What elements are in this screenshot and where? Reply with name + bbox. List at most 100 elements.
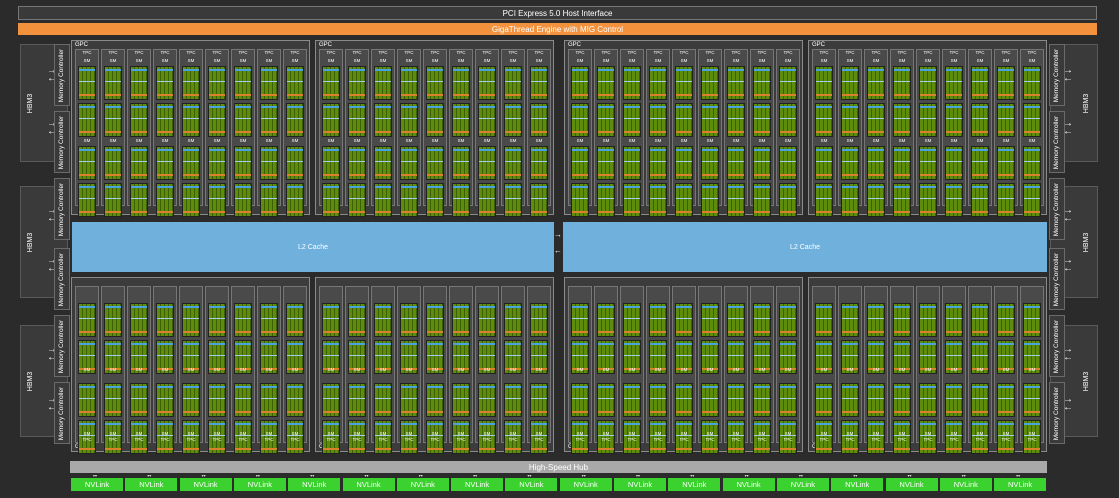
- sm-cache-stripe: [702, 186, 718, 188]
- sm-unit: [779, 303, 797, 337]
- sm-cache-stripe: [868, 106, 884, 108]
- sm-tensor-stripe: [105, 198, 121, 199]
- sm-register-stripe: [650, 94, 666, 96]
- sm-register-stripe: [702, 211, 718, 213]
- sm-register-stripe: [754, 211, 770, 213]
- sm-cache-stripe: [235, 343, 251, 345]
- sm-register-stripe: [427, 174, 443, 176]
- sm-cache-stripe: [780, 106, 796, 108]
- sm-unit: [78, 146, 96, 180]
- sm-tensor-stripe: [868, 118, 884, 119]
- nvlink-connector-icon: ▾▾: [93, 473, 98, 478]
- sm-tensor-stripe: [624, 161, 640, 162]
- sm-tensor-stripe: [972, 318, 988, 319]
- sm-unit: [753, 183, 771, 217]
- sm-tensor-stripe: [209, 198, 225, 199]
- tpc-column: SM SM TPC: [127, 286, 151, 454]
- sm-register-stripe: [349, 411, 365, 413]
- sm-label: SM: [109, 138, 117, 143]
- tpc-column: SM SM TPC: [153, 286, 177, 454]
- sm-cache-stripe: [972, 69, 988, 71]
- tpc-column: SM SM TPC: [812, 286, 836, 454]
- sm-register-stripe: [572, 94, 588, 96]
- sm-unit: [322, 383, 340, 417]
- sm-cache-stripe: [79, 186, 95, 188]
- sm-tensor-stripe: [79, 398, 95, 399]
- sm-register-stripe: [946, 131, 962, 133]
- sm-register-stripe: [572, 211, 588, 213]
- sm-tensor-stripe: [235, 118, 251, 119]
- sm-tensor-stripe: [375, 198, 391, 199]
- sm-cache-stripe: [676, 69, 692, 71]
- sm-label: SM: [353, 367, 361, 372]
- sm-unit: [727, 183, 745, 217]
- sm-cache-stripe: [375, 106, 391, 108]
- sm-unit: [779, 383, 797, 417]
- sm-tensor-stripe: [287, 398, 303, 399]
- sm-unit: [504, 146, 522, 180]
- sm-register-stripe: [572, 411, 588, 413]
- sm-cache-stripe: [323, 343, 339, 345]
- sm-cache-stripe: [427, 423, 443, 425]
- sm-tensor-stripe: [754, 81, 770, 82]
- sm-tensor-stripe: [479, 118, 495, 119]
- sm-register-stripe: [868, 131, 884, 133]
- sm-register-stripe: [868, 174, 884, 176]
- sm-unit: [1023, 103, 1041, 137]
- sm-cache-stripe: [261, 149, 277, 151]
- sm-unit: [426, 183, 444, 217]
- sm-register-stripe: [972, 448, 988, 450]
- sm-unit: [675, 146, 693, 180]
- sm-label: SM: [732, 138, 740, 143]
- sm-register-stripe: [598, 174, 614, 176]
- tpc-label: TPC: [949, 50, 959, 55]
- sm-unit: [779, 103, 797, 137]
- sm-register-stripe: [531, 94, 547, 96]
- sm-tensor-stripe: [235, 318, 251, 319]
- sm-cache-stripe: [572, 149, 588, 151]
- tpc-label: TPC: [534, 50, 544, 55]
- sm-cache-stripe: [624, 69, 640, 71]
- sm-register-stripe: [427, 131, 443, 133]
- sm-tensor-stripe: [728, 355, 744, 356]
- l2-crossbar-arrow-icon: ←: [554, 246, 562, 255]
- tpc-label: TPC: [601, 437, 611, 442]
- sm-unit: [841, 303, 859, 337]
- sm-unit: [841, 146, 859, 180]
- gpc-block: GPCSMSMTPCSMSMTPCSMSMTPCSMSMTPCSMSMTPCSM…: [315, 277, 554, 454]
- sm-unit: [753, 146, 771, 180]
- sm-cache-stripe: [323, 386, 339, 388]
- gpc-block: GPCSMSMTPCSMSMTPCSMSMTPCSMSMTPCSMSMTPCSM…: [71, 277, 310, 454]
- memory-controller-label: Memory Controller: [1053, 182, 1061, 236]
- sm-label: SM: [535, 138, 543, 143]
- sm-tensor-stripe: [427, 318, 443, 319]
- sm-tensor-stripe: [624, 318, 640, 319]
- sm-register-stripe: [946, 411, 962, 413]
- memory-controller-label: Memory Controller: [1053, 386, 1061, 440]
- sm-cache-stripe: [572, 106, 588, 108]
- sm-tensor-stripe: [676, 118, 692, 119]
- sm-cache-stripe: [427, 306, 443, 308]
- sm-tensor-stripe: [754, 318, 770, 319]
- sm-unit: [234, 183, 252, 217]
- sm-register-stripe: [349, 174, 365, 176]
- sm-label: SM: [846, 367, 854, 372]
- hbm-label: HBM3: [1081, 187, 1093, 297]
- tpc-label: TPC: [482, 50, 492, 55]
- sm-tensor-stripe: [702, 198, 718, 199]
- tpc-label: TPC: [897, 437, 907, 442]
- sm-unit: [452, 66, 470, 100]
- sm-cache-stripe: [650, 306, 666, 308]
- tpc-column: TPC SM SM: [423, 49, 447, 217]
- sm-cache-stripe: [946, 106, 962, 108]
- sm-tensor-stripe: [105, 118, 121, 119]
- sm-register-stripe: [453, 411, 469, 413]
- sm-cache-stripe: [479, 149, 495, 151]
- sm-tensor-stripe: [868, 198, 884, 199]
- sm-register-stripe: [920, 331, 936, 333]
- sm-unit: [701, 103, 719, 137]
- sm-tensor-stripe: [401, 118, 417, 119]
- sm-label: SM: [976, 58, 984, 63]
- sm-register-stripe: [427, 211, 443, 213]
- sm-tensor-stripe: [676, 81, 692, 82]
